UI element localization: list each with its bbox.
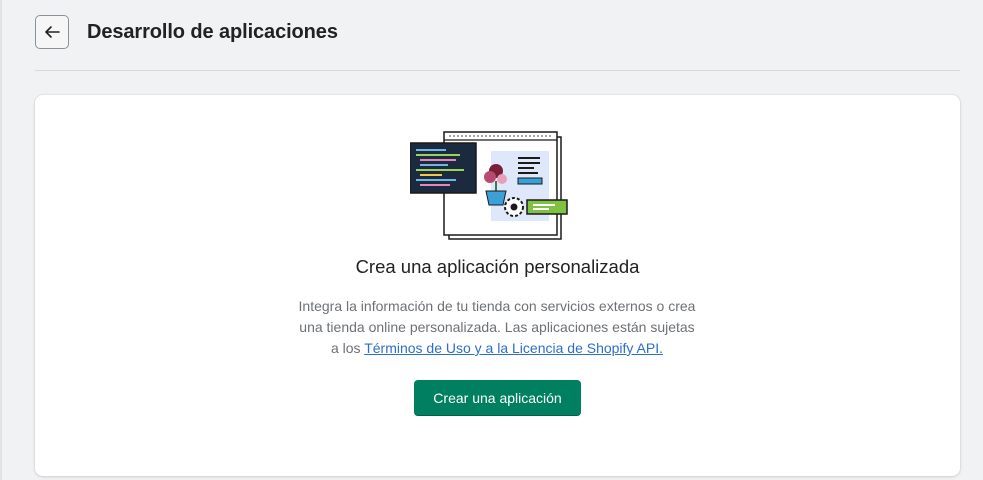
header-divider — [35, 70, 960, 71]
empty-state-description: Integra la información de tu tienda con … — [297, 296, 697, 359]
terms-link[interactable]: Términos de Uso y a la Licencia de Shopi… — [364, 340, 663, 356]
page-header: Desarrollo de aplicaciones — [35, 14, 338, 50]
left-border — [0, 0, 2, 480]
back-button[interactable] — [35, 15, 69, 49]
page-title: Desarrollo de aplicaciones — [87, 20, 338, 43]
empty-state-heading: Crea una aplicación personalizada — [355, 256, 640, 277]
create-app-button[interactable]: Crear una aplicación — [414, 380, 581, 416]
empty-state-card: Crea una aplicación personalizada Integr… — [35, 95, 960, 476]
app-development-illustration — [410, 131, 568, 240]
arrow-left-icon — [45, 26, 60, 38]
